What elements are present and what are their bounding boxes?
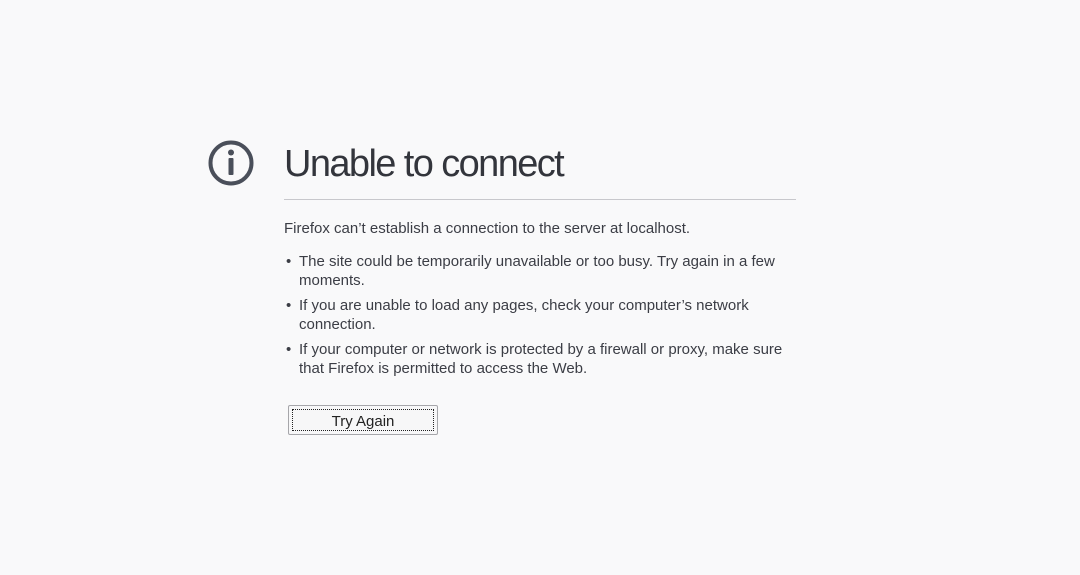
bullet-icon: •: [286, 341, 292, 358]
error-content: Unable to connect Firefox can’t establis…: [284, 140, 796, 439]
info-icon: [208, 140, 254, 186]
page-title: Unable to connect: [284, 140, 796, 200]
reason-text: If you are unable to load any pages, che…: [299, 297, 749, 333]
try-again-button[interactable]: Try Again: [288, 405, 438, 435]
try-again-label: Try Again: [292, 409, 434, 431]
bullet-icon: •: [286, 297, 292, 314]
list-item: • If your computer or network is protecte…: [284, 341, 796, 378]
list-item: • The site could be temporarily unavailab…: [284, 253, 796, 290]
reason-text: The site could be temporarily unavailabl…: [299, 253, 775, 289]
error-reasons-list: • The site could be temporarily unavailab…: [284, 253, 796, 378]
error-short-description: Firefox can’t establish a connection to …: [284, 220, 691, 237]
list-item: • If you are unable to load any pages, ch…: [284, 297, 796, 334]
reason-text: If your computer or network is protected…: [299, 341, 783, 377]
bullet-icon: •: [286, 253, 292, 270]
